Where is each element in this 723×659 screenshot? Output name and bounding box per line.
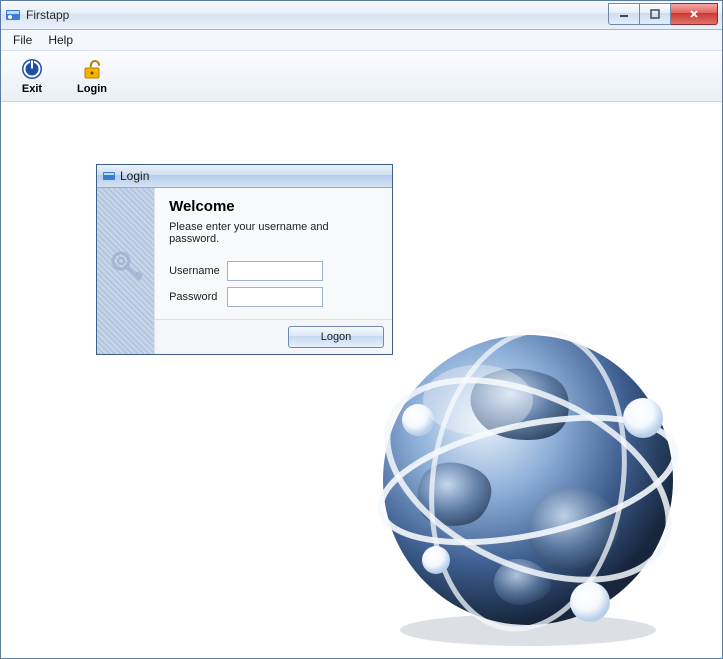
dialog-title: Login [120, 169, 149, 183]
login-dialog: Login Welcome Please enter your username… [96, 164, 393, 355]
dialog-titlebar: Login [97, 165, 392, 188]
minimize-icon [619, 9, 629, 19]
password-label: Password [169, 291, 227, 303]
exit-button[interactable]: Exit [11, 57, 53, 95]
menubar: File Help [1, 30, 722, 51]
window-controls [608, 3, 718, 23]
dialog-side-stripe [97, 188, 155, 354]
minimize-button[interactable] [608, 3, 640, 25]
login-label: Login [77, 83, 107, 95]
close-button[interactable] [671, 3, 718, 25]
login-button[interactable]: Login [71, 57, 113, 95]
close-icon [689, 9, 699, 19]
key-icon [109, 249, 143, 293]
exit-label: Exit [22, 83, 42, 95]
dialog-footer: Logon [155, 320, 392, 354]
maximize-icon [650, 9, 660, 19]
globe-image [358, 310, 698, 650]
dialog-icon [102, 169, 116, 183]
password-input[interactable] [227, 287, 323, 307]
instruction-text: Please enter your username and password. [169, 221, 378, 245]
welcome-heading: Welcome [169, 198, 378, 215]
power-icon [20, 57, 44, 81]
menu-file[interactable]: File [5, 31, 40, 49]
app-window: Firstapp File Help Exit [0, 0, 723, 659]
client-area: Login Welcome Please enter your username… [1, 102, 722, 658]
unlock-icon [80, 57, 104, 81]
window-title: Firstapp [26, 8, 69, 22]
titlebar: Firstapp [1, 1, 722, 30]
app-icon [5, 7, 21, 23]
maximize-button[interactable] [640, 3, 671, 25]
toolbar: Exit Login [1, 51, 722, 102]
username-input[interactable] [227, 261, 323, 281]
dialog-main: Welcome Please enter your username and p… [155, 188, 392, 320]
menu-help[interactable]: Help [40, 31, 81, 49]
username-label: Username [169, 265, 227, 277]
